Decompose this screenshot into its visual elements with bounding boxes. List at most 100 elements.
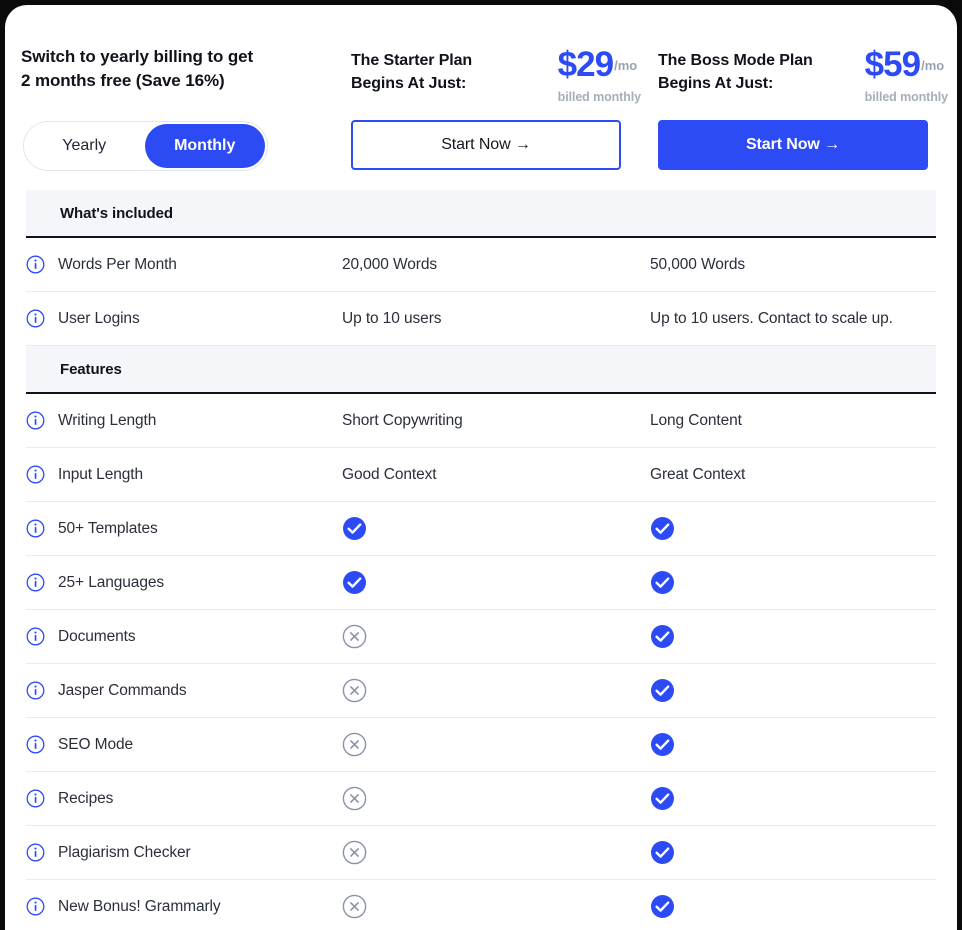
feature-label: New Bonus! Grammarly	[58, 897, 221, 915]
feature-label: SEO Mode	[58, 735, 134, 753]
check-circle-filled-icon	[650, 624, 675, 649]
boss-mode-availability-cell	[650, 732, 675, 757]
check-circle-filled-icon	[650, 516, 675, 541]
boss-mode-availability-cell	[650, 786, 675, 811]
feature-name-cell: Recipes	[26, 789, 113, 808]
feature-label: Words Per Month	[58, 255, 177, 273]
feature-comparison-table: What's included Words Per Month 20,000 Wor…	[5, 190, 957, 930]
section-header-label-0: What's included	[60, 204, 173, 222]
section-header-1: Features	[26, 346, 936, 394]
feature-label: Input Length	[58, 465, 143, 483]
plan-price-block-boss-mode: $59/mo billed monthly	[865, 45, 948, 104]
boss-mode-availability-cell	[650, 570, 675, 595]
starter-value-cell: Short Copywriting	[342, 411, 463, 429]
starter-availability-cell	[342, 516, 367, 541]
check-circle-filled-icon	[342, 570, 367, 595]
feature-label: Plagiarism Checker	[58, 843, 191, 861]
plan-title-starter: The Starter Plan Begins At Just:	[351, 49, 472, 95]
feature-name-cell: Jasper Commands	[26, 681, 187, 700]
starter-value-cell: Good Context	[342, 465, 437, 483]
table-row: Input Length Good Context Great Context	[26, 448, 936, 502]
info-icon[interactable]	[26, 627, 45, 646]
info-icon[interactable]	[26, 465, 45, 484]
feature-label: Writing Length	[58, 411, 157, 429]
pricing-card: Switch to yearly billing to get 2 months…	[5, 5, 957, 930]
toggle-option-yearly[interactable]: Yearly	[24, 122, 145, 170]
info-icon[interactable]	[26, 735, 45, 754]
check-circle-filled-icon	[650, 570, 675, 595]
info-icon[interactable]	[26, 897, 45, 916]
promo-line-2: 2 months free (Save 16%)	[21, 71, 225, 91]
plan-price-block-starter: $29/mo billed monthly	[558, 45, 641, 104]
boss-mode-value-cell: Long Content	[650, 411, 742, 429]
feature-name-cell: Writing Length	[26, 411, 156, 430]
starter-availability-cell	[342, 732, 367, 757]
info-icon[interactable]	[26, 681, 45, 700]
toggle-option-monthly[interactable]: Monthly	[144, 124, 265, 168]
starter-availability-cell	[342, 840, 367, 865]
table-row: Documents	[26, 610, 936, 664]
section-header-label-1: Features	[60, 360, 122, 378]
starter-availability-cell	[342, 894, 367, 919]
info-icon[interactable]	[26, 573, 45, 592]
table-row: Recipes	[26, 772, 936, 826]
feature-name-cell: User Logins	[26, 309, 140, 328]
starter-availability-cell	[342, 570, 367, 595]
cross-circle-outline-icon	[342, 678, 367, 703]
boss-mode-availability-cell	[650, 624, 675, 649]
feature-name-cell: SEO Mode	[26, 735, 133, 754]
section-header-0: What's included	[26, 190, 936, 238]
feature-label: Jasper Commands	[58, 681, 187, 699]
boss-mode-availability-cell	[650, 678, 675, 703]
promo-text: Switch to yearly billing to get 2 months…	[21, 45, 321, 93]
promo-line-1: Switch to yearly billing to get	[21, 47, 254, 66]
feature-name-cell: Input Length	[26, 465, 143, 484]
table-row: New Bonus! Grammarly	[26, 880, 936, 930]
start-now-button-boss-mode[interactable]: Start Now →	[658, 120, 928, 170]
plan-billed-note-starter: billed monthly	[557, 90, 641, 104]
table-row: 25+ Languages	[26, 556, 936, 610]
cross-circle-outline-icon	[342, 732, 367, 757]
feature-label: Documents	[58, 627, 136, 645]
plan-price-boss-mode: $59	[864, 45, 921, 84]
info-icon[interactable]	[26, 411, 45, 430]
table-row: 50+ Templates	[26, 502, 936, 556]
cross-circle-outline-icon	[342, 786, 367, 811]
feature-label: 50+ Templates	[58, 519, 158, 537]
boss-mode-value-cell: Up to 10 users. Contact to scale up.	[650, 309, 893, 327]
cross-circle-outline-icon	[342, 624, 367, 649]
feature-name-cell: Words Per Month	[26, 255, 177, 274]
info-icon[interactable]	[26, 519, 45, 538]
cross-circle-outline-icon	[342, 894, 367, 919]
feature-name-cell: Plagiarism Checker	[26, 843, 191, 862]
starter-availability-cell	[342, 786, 367, 811]
plan-title-boss-line-2: Begins At Just:	[658, 75, 774, 93]
start-now-button-starter[interactable]: Start Now →	[351, 120, 621, 170]
starter-value-cell: Up to 10 users	[342, 309, 442, 327]
billing-period-toggle[interactable]: Yearly Monthly	[23, 121, 268, 171]
starter-availability-cell	[342, 624, 367, 649]
info-icon[interactable]	[26, 843, 45, 862]
feature-label: User Logins	[58, 309, 140, 327]
info-icon[interactable]	[26, 789, 45, 808]
check-circle-filled-icon	[650, 894, 675, 919]
info-icon[interactable]	[26, 309, 45, 328]
check-circle-filled-icon	[650, 678, 675, 703]
plan-price-starter: $29	[557, 45, 614, 84]
check-circle-filled-icon	[650, 732, 675, 757]
cross-circle-outline-icon	[342, 840, 367, 865]
plan-title-boss-line-1: The Boss Mode Plan	[658, 52, 813, 69]
table-row: SEO Mode	[26, 718, 936, 772]
feature-name-cell: 25+ Languages	[26, 573, 164, 592]
table-row: Plagiarism Checker	[26, 826, 936, 880]
feature-label: Recipes	[58, 789, 114, 807]
feature-name-cell: New Bonus! Grammarly	[26, 897, 221, 916]
boss-mode-availability-cell	[650, 516, 675, 541]
boss-mode-availability-cell	[650, 894, 675, 919]
check-circle-filled-icon	[650, 840, 675, 865]
pricing-header: Switch to yearly billing to get 2 months…	[5, 5, 957, 190]
info-icon[interactable]	[26, 255, 45, 274]
check-circle-filled-icon	[342, 516, 367, 541]
plan-title-starter-line-2: Begins At Just:	[351, 75, 467, 93]
boss-mode-availability-cell	[650, 840, 675, 865]
